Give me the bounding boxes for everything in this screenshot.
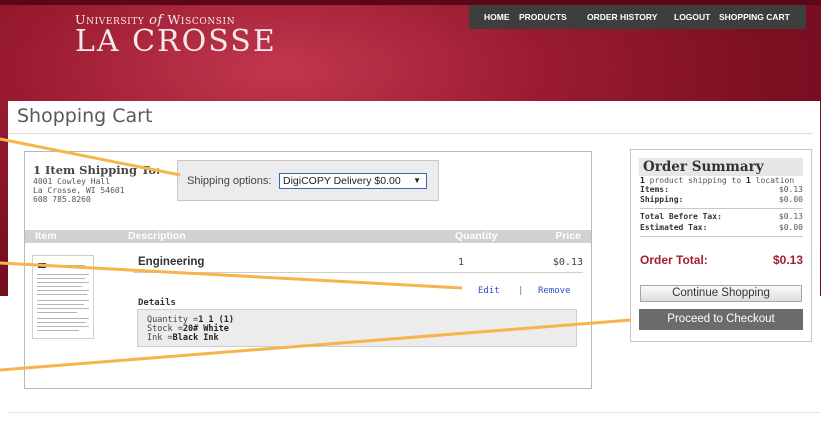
- nav-order-history[interactable]: ORDER HISTORY: [587, 12, 657, 22]
- details-box: Quantity =1 1 (1) Stock =20# White Ink =…: [137, 309, 577, 347]
- main-content: Shopping Cart 1 Item Shipping To: 4001 C…: [8, 101, 820, 413]
- product-quantity: 1: [458, 257, 465, 268]
- continue-shopping-button[interactable]: Continue Shopping: [640, 285, 802, 302]
- column-header-description: Description: [128, 230, 186, 242]
- top-nav: HOME PRODUCTS ORDER HISTORY LOGOUT SHOPP…: [469, 5, 806, 29]
- column-header-item: Item: [35, 230, 57, 242]
- row-divider: [133, 272, 583, 273]
- university-logo[interactable]: University of Wisconsin LA CROSSE: [75, 12, 277, 59]
- shipping-options-select[interactable]: DigiCOPY Delivery $0.00 ▼: [279, 173, 427, 189]
- nav-products[interactable]: PRODUCTS: [519, 12, 567, 22]
- cart-panel: 1 Item Shipping To: 4001 Cowley Hall La …: [24, 151, 592, 389]
- address-line: La Crosse, WI 54601: [33, 186, 125, 195]
- dropdown-arrow-icon: ▼: [413, 176, 421, 185]
- logo-line-2: LA CROSSE: [75, 24, 277, 59]
- product-price: $0.13: [552, 257, 583, 268]
- nav-shopping-cart[interactable]: SHOPPING CART: [719, 12, 790, 22]
- nav-logout[interactable]: LOGOUT: [674, 12, 710, 22]
- order-summary-title: Order Summary: [643, 159, 764, 175]
- nav-home[interactable]: HOME: [484, 12, 510, 22]
- link-separator: |: [518, 286, 524, 296]
- shipping-selected-value: DigiCOPY Delivery $0.00: [283, 175, 401, 187]
- page-title: Shopping Cart: [17, 105, 153, 127]
- shipping-heading: 1 Item Shipping To:: [33, 163, 161, 177]
- remove-link[interactable]: Remove: [538, 286, 571, 296]
- title-divider: [8, 133, 813, 134]
- column-header-quantity: Quantity: [455, 230, 498, 242]
- details-heading: Details: [138, 298, 176, 308]
- footer-divider: [8, 412, 820, 413]
- summary-row-total-before-tax: Total Before Tax: $0.13: [640, 212, 803, 221]
- shipping-options-panel: Shipping options: DigiCOPY Delivery $0.0…: [177, 160, 439, 201]
- column-header-price: Price: [555, 230, 581, 242]
- order-summary-panel: Order Summary 1 product shipping to 1 lo…: [630, 149, 812, 342]
- shipping-locations-text: 1 product shipping to 1 location: [640, 176, 795, 185]
- summary-row-estimated-tax: Estimated Tax: $0.00: [640, 223, 803, 232]
- shipping-options-label: Shipping options:: [187, 175, 272, 187]
- proceed-to-checkout-button[interactable]: Proceed to Checkout: [639, 309, 803, 330]
- product-name: Engineering: [138, 256, 205, 268]
- summary-row-items: Items: $0.13: [640, 185, 803, 194]
- address-line: 608 785.8260: [33, 195, 91, 204]
- order-total: Order Total: $0.13: [640, 253, 803, 267]
- product-thumbnail[interactable]: [32, 255, 94, 339]
- edit-link[interactable]: Edit: [478, 286, 500, 296]
- address-line: 4001 Cowley Hall: [33, 177, 111, 186]
- cart-table-header: Item Description Quantity Price: [25, 230, 591, 243]
- summary-divider: [640, 236, 803, 237]
- summary-row-shipping: Shipping: $0.00: [640, 195, 803, 204]
- detail-line: Ink =Black Ink: [147, 333, 219, 343]
- summary-divider: [640, 208, 803, 209]
